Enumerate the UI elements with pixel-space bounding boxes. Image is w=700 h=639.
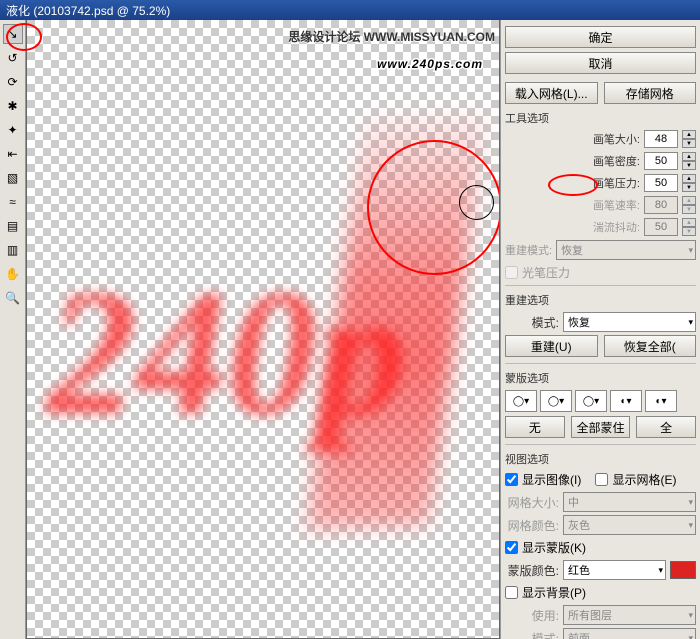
window-title: 液化 (20103742.psd @ 75.2%)	[6, 2, 170, 19]
mask-mode-5[interactable]: ◐▾	[645, 390, 677, 412]
brush-size-spinner[interactable]: ▲▼	[682, 130, 696, 148]
watermark-logo: www.240ps.com	[377, 48, 483, 74]
reconstruct-mode-select: 恢复	[556, 240, 696, 260]
main-area: ↘ ↺ ⟳ ✱ ✦ ⇤ ▧ ≈ ▤ ▥ ✋ 🔍 240p 思缘设计论坛 WWW.MISSYUAN.CO…	[0, 20, 700, 639]
cancel-button[interactable]: 取消	[505, 52, 696, 74]
brush-density-label: 画笔密度:	[593, 153, 640, 169]
show-bg-label: 显示背景(P)	[522, 584, 586, 601]
section-tool-options: 工具选项	[505, 110, 696, 126]
pen-pressure-label: 光笔压力	[522, 264, 570, 281]
mask-color-label: 蒙版颜色:	[505, 562, 559, 579]
show-image-label: 显示图像(I)	[522, 471, 581, 488]
rebuild-mode-select[interactable]: 恢复	[563, 312, 696, 332]
watermark-site: 思缘设计论坛 WWW.MISSYUAN.COM	[288, 28, 495, 45]
brush-rate-spinner: ▲▼	[682, 196, 696, 214]
pucker-icon[interactable]: ✱	[3, 96, 23, 116]
options-panel: 确定 取消 载入网格(L)... 存储网格 工具选项 画笔大小: ▲▼ 画笔密度…	[500, 20, 700, 639]
section-rebuild: 重建选项	[505, 292, 696, 308]
title-bar: 液化 (20103742.psd @ 75.2%)	[0, 0, 700, 20]
brush-density-row: 画笔密度: ▲▼	[505, 152, 696, 170]
mask-mode-3[interactable]: ◯▾	[575, 390, 607, 412]
turb-jitter-label: 湍流抖动:	[593, 219, 640, 235]
brush-size-input[interactable]	[644, 130, 678, 148]
show-mask-label: 显示蒙版(K)	[522, 539, 586, 556]
brush-density-spinner[interactable]: ▲▼	[682, 152, 696, 170]
turb-jitter-input	[644, 218, 678, 236]
bloat-icon[interactable]: ✦	[3, 120, 23, 140]
pen-pressure-checkbox	[505, 266, 518, 279]
forward-warp-icon[interactable]: ↘	[3, 24, 23, 44]
ok-button[interactable]: 确定	[505, 26, 696, 48]
mask-mode-4[interactable]: ◐▾	[610, 390, 642, 412]
mask-color-swatch[interactable]	[670, 561, 696, 579]
brush-size-row: 画笔大小: ▲▼	[505, 130, 696, 148]
brush-density-input[interactable]	[644, 152, 678, 170]
zoom-icon[interactable]: 🔍	[3, 288, 23, 308]
show-mesh-label: 显示网格(E)	[612, 471, 676, 488]
pen-pressure-row: 光笔压力	[505, 264, 696, 281]
blend-select: 前面	[563, 628, 696, 639]
mesh-size-label: 网格大小:	[505, 494, 559, 511]
rebuild-button[interactable]: 重建(U)	[505, 335, 598, 357]
save-mesh-button[interactable]: 存储网格	[604, 82, 697, 104]
mask-invert-button[interactable]: 全	[636, 416, 696, 438]
mesh-color-label: 网格颜色:	[505, 517, 559, 534]
mask-mode-1[interactable]: ◯▾	[505, 390, 537, 412]
mask-mode-2[interactable]: ◯▾	[540, 390, 572, 412]
canvas-area[interactable]: 240p 思缘设计论坛 WWW.MISSYUAN.COM www.240ps.c…	[26, 20, 500, 639]
push-left-icon[interactable]: ⇤	[3, 144, 23, 164]
blend-label: 模式:	[505, 630, 559, 639]
show-mask-checkbox[interactable]	[505, 541, 518, 554]
twirl-cw-icon[interactable]: ⟳	[3, 72, 23, 92]
brush-rate-input	[644, 196, 678, 214]
reconstruct-icon[interactable]: ↺	[3, 48, 23, 68]
section-mask: 蒙版选项	[505, 370, 696, 386]
mask-none-button[interactable]: 无	[505, 416, 565, 438]
brush-pressure-label: 画笔压力:	[593, 175, 640, 191]
mirror-icon[interactable]: ▧	[3, 168, 23, 188]
mask-color-select[interactable]: 红色	[563, 560, 666, 580]
mesh-size-select: 中	[563, 492, 696, 512]
hand-icon[interactable]: ✋	[3, 264, 23, 284]
show-mesh-checkbox[interactable]	[595, 473, 608, 486]
show-bg-checkbox[interactable]	[505, 586, 518, 599]
brush-pressure-row: 画笔压力: ▲▼	[505, 174, 696, 192]
turbulence-icon[interactable]: ≈	[3, 192, 23, 212]
brush-rate-row: 画笔速率: ▲▼	[505, 196, 696, 214]
use-label: 使用:	[505, 607, 559, 624]
load-mesh-button[interactable]: 载入网格(L)...	[505, 82, 598, 104]
restore-all-button[interactable]: 恢复全部(	[604, 335, 697, 357]
turb-jitter-spinner: ▲▼	[682, 218, 696, 236]
rebuild-mode-label: 模式:	[505, 314, 559, 331]
brush-size-label: 画笔大小:	[593, 131, 640, 147]
brush-rate-label: 画笔速率:	[593, 197, 640, 213]
show-image-checkbox[interactable]	[505, 473, 518, 486]
artwork-text: 240p	[47, 290, 407, 416]
section-view: 视图选项	[505, 451, 696, 467]
use-select: 所有图层	[563, 605, 696, 625]
tool-palette: ↘ ↺ ⟳ ✱ ✦ ⇤ ▧ ≈ ▤ ▥ ✋ 🔍	[0, 20, 26, 639]
mask-all-button[interactable]: 全部蒙住	[571, 416, 631, 438]
mask-thumbs: ◯▾ ◯▾ ◯▾ ◐▾ ◐▾	[505, 390, 696, 412]
mesh-color-select: 灰色	[563, 515, 696, 535]
brush-pressure-input[interactable]	[644, 174, 678, 192]
freeze-mask-icon[interactable]: ▤	[3, 216, 23, 236]
turb-jitter-row: 湍流抖动: ▲▼	[505, 218, 696, 236]
thaw-mask-icon[interactable]: ▥	[3, 240, 23, 260]
brush-pressure-spinner[interactable]: ▲▼	[682, 174, 696, 192]
reconstruct-mode-label: 重建模式:	[505, 242, 552, 258]
reconstruct-mode-row: 重建模式: 恢复	[505, 240, 696, 260]
